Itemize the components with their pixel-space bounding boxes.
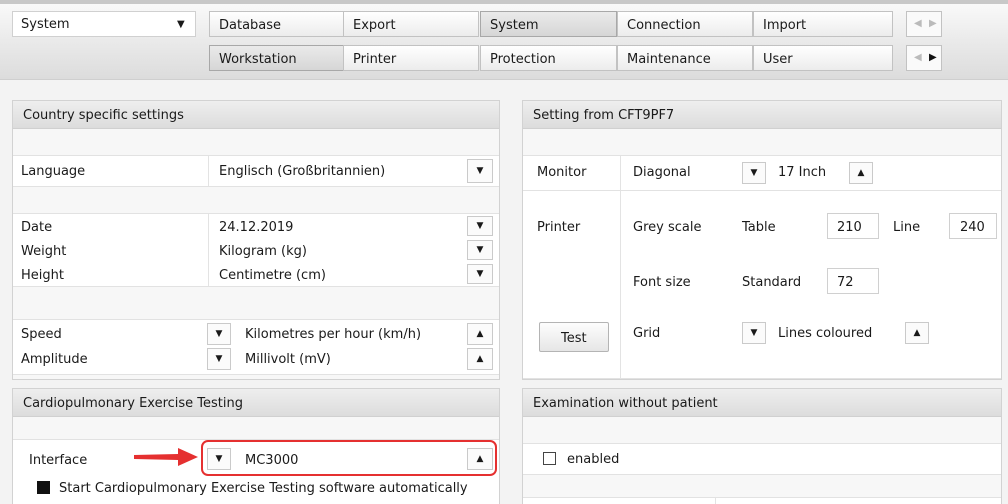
diagonal-increase-button[interactable]: ▲ [849,162,873,184]
country-settings-panel: Country specific settings Language Engli… [12,100,500,380]
speed-value: Kilometres per hour (km/h) [245,327,422,342]
language-label: Language [21,164,86,179]
autostart-label: Start Cardiopulmonary Exercise Testing s… [59,481,468,496]
top-navigation: System ▼ Database Export System Connecti… [0,0,1008,80]
table-label: Table [742,220,776,235]
line-label: Line [893,220,921,235]
enabled-label: enabled [567,452,620,467]
enabled-checkbox[interactable] [543,452,556,465]
date-label: Date [21,220,53,235]
chevron-left-icon[interactable]: ◀ [914,18,922,29]
test-button[interactable]: Test [539,322,609,352]
chevron-down-icon: ▼ [750,328,758,338]
units-group: Date 24.12.2019 ▼ Weight Kilogram (kg) ▼… [13,213,499,287]
red-arrow-icon [134,448,198,466]
tab-user[interactable]: User [753,45,893,71]
module-select[interactable]: System ▼ [12,11,196,37]
tab-system[interactable]: System [480,11,617,37]
tab-protection[interactable]: Protection [480,45,617,71]
chevron-down-icon: ▼ [215,329,223,339]
panel-title: Examination without patient [533,396,718,411]
tab-export[interactable]: Export [343,11,479,37]
panel-title: Cardiopulmonary Exercise Testing [23,396,244,411]
chevron-right-icon[interactable]: ▶ [929,52,937,63]
standard-value-field[interactable]: 72 [827,268,879,294]
language-value: Englisch (Großbritannien) [219,164,386,179]
speed-label: Speed [21,327,62,342]
grey-scale-label: Grey scale [633,220,702,235]
line-value-field[interactable]: 240 [949,213,997,239]
language-row: Language Englisch (Großbritannien) ▼ [13,155,499,187]
amplitude-label: Amplitude [21,352,88,367]
chevron-up-icon: ▲ [913,328,921,338]
chevron-down-icon: ▼ [476,269,484,279]
exam-next-row [523,497,1001,504]
table-value-field[interactable]: 210 [827,213,879,239]
height-value: Centimetre (cm) [219,268,326,283]
monitor-label: Monitor [537,165,587,180]
date-value: 24.12.2019 [219,220,294,235]
chevron-up-icon: ▲ [857,168,865,178]
height-label: Height [21,268,64,283]
row2-scroll-arrows[interactable]: ◀ ▶ [906,45,942,71]
chevron-down-icon: ▼ [476,166,484,176]
workstation-settings-panel: Setting from CFT9PF7 Monitor Diagonal ▼ … [522,100,1002,380]
interface-highlight-box [201,440,497,476]
speed-amplitude-group: Speed ▼ Kilometres per hour (km/h) ▲ Amp… [13,319,499,375]
panel-header: Examination without patient [523,389,1001,417]
speed-increase-button[interactable]: ▲ [467,323,493,345]
top-edge [0,0,1008,4]
language-dropdown-button[interactable]: ▼ [467,159,493,183]
settings-body: Monitor Diagonal ▼ 17 Inch ▲ Printer Gre… [523,155,1001,379]
amplitude-value: Millivolt (mV) [245,352,331,367]
grid-increase-button[interactable]: ▲ [905,322,929,344]
standard-label: Standard [742,275,802,290]
amplitude-decrease-button[interactable]: ▼ [207,348,231,370]
panel-title: Country specific settings [23,108,184,123]
line-value: 240 [960,220,985,235]
chevron-down-icon: ▼ [750,168,758,178]
table-value: 210 [837,220,862,235]
chevron-left-icon[interactable]: ◀ [914,52,922,63]
diagonal-label: Diagonal [633,165,691,180]
module-select-value: System [21,17,70,32]
tab-import[interactable]: Import [753,11,893,37]
grid-value: Lines coloured [778,326,873,341]
panel-title: Setting from CFT9PF7 [533,108,675,123]
chevron-down-icon[interactable]: ▼ [177,20,185,30]
tab-connection[interactable]: Connection [617,11,753,37]
panel-header: Cardiopulmonary Exercise Testing [13,389,499,417]
tab-database[interactable]: Database [209,11,344,37]
chevron-down-icon: ▼ [476,245,484,255]
panel-header: Country specific settings [13,101,499,129]
grid-label: Grid [633,326,661,341]
printer-label: Printer [537,220,581,235]
interface-label: Interface [29,453,88,468]
exam-panel: Examination without patient enabled [522,388,1002,504]
chevron-right-icon[interactable]: ▶ [929,18,937,29]
weight-dropdown-button[interactable]: ▼ [467,240,493,260]
diagonal-decrease-button[interactable]: ▼ [742,162,766,184]
exam-row: enabled [523,443,1001,475]
chevron-down-icon: ▼ [215,354,223,364]
autostart-checkbox[interactable] [37,481,50,494]
standard-value: 72 [837,275,854,290]
weight-value: Kilogram (kg) [219,244,307,259]
height-dropdown-button[interactable]: ▼ [467,264,493,284]
row1-scroll-arrows[interactable]: ◀ ▶ [906,11,942,37]
tab-printer[interactable]: Printer [343,45,479,71]
panel-header: Setting from CFT9PF7 [523,101,1001,129]
chevron-down-icon: ▼ [476,221,484,231]
speed-decrease-button[interactable]: ▼ [207,323,231,345]
diagonal-value: 17 Inch [778,165,827,180]
tab-workstation[interactable]: Workstation [209,45,344,71]
tab-maintenance[interactable]: Maintenance [617,45,753,71]
chevron-up-icon: ▲ [476,354,484,364]
date-dropdown-button[interactable]: ▼ [467,216,493,236]
weight-label: Weight [21,244,67,259]
grid-decrease-button[interactable]: ▼ [742,322,766,344]
amplitude-increase-button[interactable]: ▲ [467,348,493,370]
chevron-up-icon: ▲ [476,329,484,339]
font-size-label: Font size [633,275,691,290]
